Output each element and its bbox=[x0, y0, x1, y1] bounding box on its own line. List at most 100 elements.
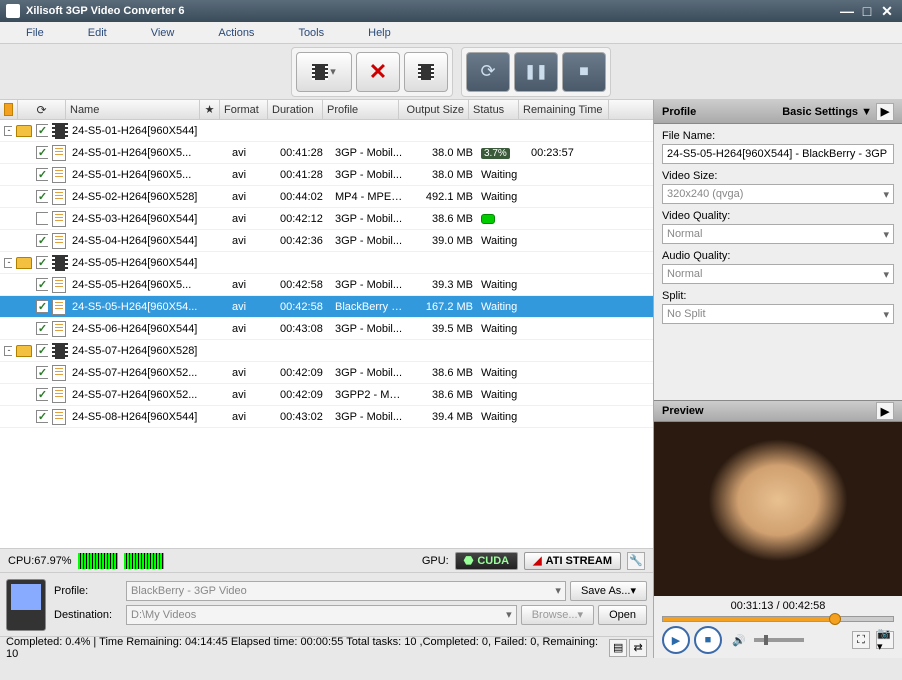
col-remaining[interactable]: Remaining Time bbox=[519, 100, 609, 119]
fullscreen-button[interactable]: ⛶ bbox=[852, 631, 870, 649]
cell-status: Waiting bbox=[477, 389, 527, 401]
preview-header: Preview ▶ bbox=[654, 400, 902, 422]
table-row[interactable]: ✓24-S5-05-H264[960X54...avi00:42:58Black… bbox=[0, 296, 653, 318]
cell-profile: 3GPP2 - Mo... bbox=[331, 389, 407, 401]
menu-tools[interactable]: Tools bbox=[276, 24, 346, 42]
cell-format: avi bbox=[228, 213, 276, 225]
checkbox[interactable]: ✓ bbox=[36, 234, 48, 247]
col-star[interactable]: ★ bbox=[200, 100, 220, 119]
col-duration[interactable]: Duration bbox=[268, 100, 323, 119]
timeline-knob[interactable] bbox=[829, 613, 841, 625]
tree-toggle[interactable]: - bbox=[4, 258, 12, 268]
table-row[interactable]: -✓24-S5-01-H264[960X544] bbox=[0, 120, 653, 142]
volume-icon[interactable]: 🔊 bbox=[732, 634, 746, 647]
checkbox[interactable]: ✓ bbox=[36, 190, 48, 203]
col-name[interactable]: Name bbox=[66, 100, 200, 119]
snapshot-button[interactable]: 📷▾ bbox=[876, 631, 894, 649]
col-profile[interactable]: Profile bbox=[323, 100, 399, 119]
select-all-toggle[interactable] bbox=[4, 103, 13, 116]
add-profile-button[interactable] bbox=[404, 52, 448, 92]
document-icon bbox=[52, 233, 66, 249]
checkbox[interactable]: ✓ bbox=[36, 300, 48, 313]
table-row[interactable]: ✓24-S5-01-H264[960X5...avi00:41:283GP - … bbox=[0, 164, 653, 186]
split-combo[interactable]: No Split bbox=[662, 304, 894, 324]
bottom-panel: Profile: BlackBerry - 3GP Video Save As.… bbox=[0, 572, 653, 636]
checkbox[interactable]: ✓ bbox=[36, 146, 48, 159]
destination-label: Destination: bbox=[54, 609, 122, 621]
delete-x-icon: ✕ bbox=[369, 59, 387, 85]
basic-settings-toggle[interactable]: Basic Settings ▼ bbox=[782, 106, 872, 118]
play-button[interactable]: ▶ bbox=[662, 626, 690, 654]
checkbox[interactable]: ✓ bbox=[36, 344, 48, 357]
add-file-button[interactable]: ▾ bbox=[296, 52, 352, 92]
checkbox[interactable]: ✓ bbox=[36, 278, 48, 291]
stop-preview-button[interactable]: ■ bbox=[694, 626, 722, 654]
preview-timeline[interactable] bbox=[662, 616, 894, 622]
checkbox[interactable]: ✓ bbox=[36, 366, 48, 379]
table-row[interactable]: ✓24-S5-01-H264[960X5...avi00:41:283GP - … bbox=[0, 142, 653, 164]
refresh-header-icon[interactable]: ⟳ bbox=[36, 103, 46, 117]
videoquality-combo[interactable]: Normal bbox=[662, 224, 894, 244]
videosize-combo[interactable]: 320x240 (qvga) bbox=[662, 184, 894, 204]
delete-button[interactable]: ✕ bbox=[356, 52, 400, 92]
menu-actions[interactable]: Actions bbox=[196, 24, 276, 42]
tree-toggle[interactable]: - bbox=[4, 126, 12, 136]
table-row[interactable]: ✓24-S5-08-H264[960X544]avi00:43:023GP - … bbox=[0, 406, 653, 428]
checkbox[interactable] bbox=[36, 212, 48, 225]
stop-button[interactable]: ■ bbox=[562, 52, 606, 92]
close-button[interactable]: ✕ bbox=[878, 3, 896, 19]
settings-wrench-button[interactable]: 🔧 bbox=[627, 552, 645, 570]
col-status[interactable]: Status bbox=[469, 100, 519, 119]
table-row[interactable]: ✓24-S5-06-H264[960X544]avi00:43:083GP - … bbox=[0, 318, 653, 340]
checkbox[interactable]: ✓ bbox=[36, 410, 48, 423]
status-icon-1[interactable]: ▤ bbox=[609, 639, 627, 657]
minimize-button[interactable]: — bbox=[838, 3, 856, 19]
table-row[interactable]: ✓24-S5-07-H264[960X52...avi00:42:093GP -… bbox=[0, 362, 653, 384]
destination-combo[interactable]: D:\My Videos bbox=[126, 605, 517, 625]
cell-duration: 00:41:28 bbox=[276, 147, 331, 159]
menubar: File Edit View Actions Tools Help bbox=[0, 22, 902, 44]
checkbox[interactable]: ✓ bbox=[36, 322, 48, 335]
table-row[interactable]: -✓24-S5-05-H264[960X544] bbox=[0, 252, 653, 274]
maximize-button[interactable]: □ bbox=[858, 3, 876, 19]
ati-stream-badge[interactable]: ◢ATI STREAM bbox=[524, 552, 621, 570]
save-as-button[interactable]: Save As... ▾ bbox=[570, 581, 647, 601]
col-format[interactable]: Format bbox=[220, 100, 268, 119]
pause-button[interactable]: ❚❚ bbox=[514, 52, 558, 92]
filename-input[interactable] bbox=[662, 144, 894, 164]
cell-status: Waiting bbox=[477, 411, 527, 423]
checkbox[interactable]: ✓ bbox=[36, 388, 48, 401]
tree-toggle[interactable]: - bbox=[4, 346, 12, 356]
profile-combo[interactable]: BlackBerry - 3GP Video bbox=[126, 581, 566, 601]
menu-file[interactable]: File bbox=[4, 24, 66, 42]
table-row[interactable]: ✓24-S5-07-H264[960X52...avi00:42:093GPP2… bbox=[0, 384, 653, 406]
document-icon bbox=[52, 299, 66, 315]
browse-button[interactable]: Browse... ▾ bbox=[521, 605, 594, 625]
table-row[interactable]: ✓24-S5-02-H264[960X528]avi00:44:02MP4 - … bbox=[0, 186, 653, 208]
document-icon bbox=[52, 189, 66, 205]
col-output-size[interactable]: Output Size bbox=[399, 100, 469, 119]
cell-size: 38.0 MB bbox=[407, 169, 477, 181]
table-row[interactable]: 24-S5-03-H264[960X544]avi00:42:123GP - M… bbox=[0, 208, 653, 230]
menu-view[interactable]: View bbox=[129, 24, 197, 42]
convert-button[interactable]: ⟳ bbox=[466, 52, 510, 92]
expand-profile-button[interactable]: ▶ bbox=[876, 103, 894, 121]
checkbox[interactable]: ✓ bbox=[36, 124, 48, 137]
open-button[interactable]: Open bbox=[598, 605, 647, 625]
volume-slider[interactable] bbox=[754, 638, 804, 642]
menu-help[interactable]: Help bbox=[346, 24, 413, 42]
split-label: Split: bbox=[662, 290, 894, 302]
expand-preview-button[interactable]: ▶ bbox=[876, 402, 894, 420]
table-row[interactable]: -✓24-S5-07-H264[960X528] bbox=[0, 340, 653, 362]
cuda-badge[interactable]: ⬣CUDA bbox=[455, 552, 518, 570]
file-name: 24-S5-08-H264[960X544] bbox=[68, 411, 208, 423]
cell-status: Waiting bbox=[477, 323, 527, 335]
checkbox[interactable]: ✓ bbox=[36, 168, 48, 181]
table-row[interactable]: ✓24-S5-05-H264[960X5...avi00:42:583GP - … bbox=[0, 274, 653, 296]
table-row[interactable]: ✓24-S5-04-H264[960X544]avi00:42:363GP - … bbox=[0, 230, 653, 252]
cell-size: 38.6 MB bbox=[407, 213, 477, 225]
audioquality-combo[interactable]: Normal bbox=[662, 264, 894, 284]
checkbox[interactable]: ✓ bbox=[36, 256, 48, 269]
status-icon-2[interactable]: ⇄ bbox=[629, 639, 647, 657]
menu-edit[interactable]: Edit bbox=[66, 24, 129, 42]
